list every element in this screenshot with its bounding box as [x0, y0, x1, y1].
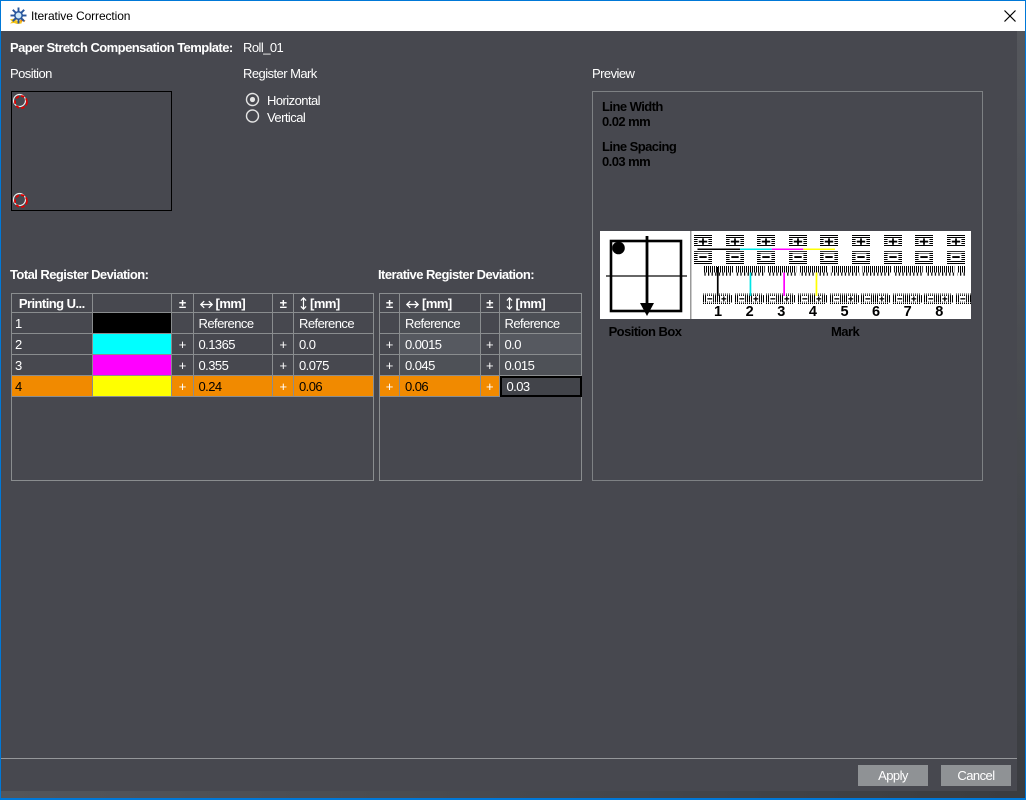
svg-text:8: 8	[935, 304, 943, 319]
svg-text:7: 7	[904, 304, 912, 319]
svg-text:4: 4	[809, 304, 817, 319]
svg-text:2: 2	[746, 304, 754, 319]
svg-text:6: 6	[872, 304, 880, 319]
svg-text:3: 3	[777, 304, 785, 319]
svg-text:1: 1	[714, 304, 722, 319]
svg-text:5: 5	[840, 304, 848, 319]
